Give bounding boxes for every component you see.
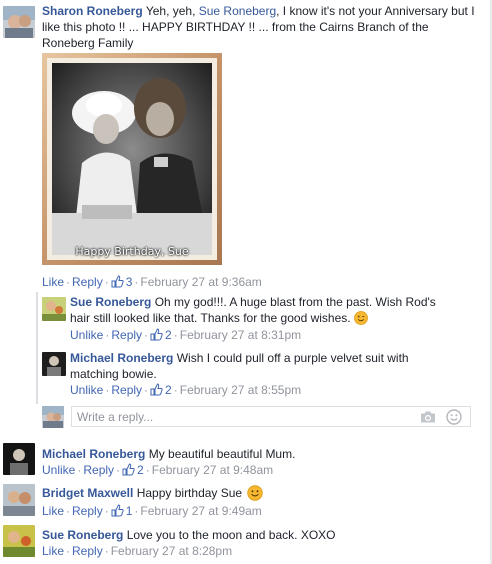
reply-input[interactable] — [77, 410, 407, 424]
reply-button[interactable]: Reply — [83, 463, 114, 477]
thumbs-up-icon — [150, 383, 163, 396]
like-count[interactable]: 2 — [150, 328, 172, 342]
commenter-name[interactable]: Michael Roneberg — [42, 447, 145, 461]
timestamp[interactable]: February 27 at 9:49am — [140, 504, 261, 518]
unlike-button[interactable]: Unlike — [42, 463, 75, 477]
reply-body: Michael Roneberg Wish I could pull off a… — [70, 350, 430, 382]
avatar[interactable] — [3, 6, 35, 38]
avatar[interactable] — [3, 443, 35, 475]
reply-composer — [71, 406, 471, 427]
timestamp[interactable]: February 27 at 8:28pm — [111, 544, 232, 558]
comment-text: Happy birthday Sue — [136, 486, 243, 500]
like-count[interactable]: 1 — [111, 504, 132, 518]
reply-actions: Unlike · Reply · 2 · February 27 at 8:55pm — [70, 383, 302, 397]
unlike-button[interactable]: Unlike — [70, 328, 103, 342]
reply-button[interactable]: Reply — [72, 544, 103, 558]
comment-actions: Like · Reply · 1 · February 27 at 9:49am — [42, 504, 262, 518]
comment-text: Yeh, yeh, — [145, 4, 199, 18]
thumbs-up-icon — [122, 463, 135, 476]
like-button[interactable]: Like — [42, 544, 64, 558]
reply-body: Sue Roneberg Oh my god!!!. A huge blast … — [70, 294, 450, 326]
comment-body: Sue Roneberg Love you to the moon and ba… — [42, 527, 482, 543]
timestamp[interactable]: February 27 at 9:36am — [140, 275, 261, 289]
like-button[interactable]: Like — [42, 504, 64, 518]
reply-actions: Unlike · Reply · 2 · February 27 at 8:31pm — [70, 328, 302, 342]
timestamp[interactable]: February 27 at 9:48am — [152, 463, 273, 477]
comments-panel: Sharon Roneberg Yeh, yeh, Sue Roneberg, … — [0, 0, 492, 564]
thumbs-up-icon — [111, 275, 124, 288]
reply-button[interactable]: Reply — [111, 383, 142, 397]
commenter-name[interactable]: Sue Roneberg — [70, 295, 151, 309]
wink-emoji-icon — [354, 311, 368, 325]
avatar — [42, 406, 64, 428]
commenter-name[interactable]: Sharon Roneberg — [42, 4, 143, 18]
timestamp[interactable]: February 27 at 8:31pm — [180, 328, 301, 342]
reply-button[interactable]: Reply — [72, 275, 103, 289]
comment-actions: Like · Reply · February 27 at 8:28pm — [42, 544, 233, 558]
comment-actions: Like · Reply · 3 · February 27 at 9:36am — [42, 275, 262, 289]
mention-link[interactable]: Sue Roneberg — [199, 4, 276, 18]
timestamp[interactable]: February 27 at 8:55pm — [180, 383, 301, 397]
avatar[interactable] — [42, 297, 66, 321]
comment-body: Bridget Maxwell Happy birthday Sue — [42, 485, 482, 501]
like-count[interactable]: 2 — [122, 463, 144, 477]
comment-text: Love you to the moon and back. XOXO — [126, 528, 336, 542]
comment-body: Michael Roneberg My beautiful beautiful … — [42, 446, 482, 462]
avatar[interactable] — [42, 352, 66, 376]
avatar[interactable] — [3, 484, 35, 516]
reply-button[interactable]: Reply — [72, 504, 103, 518]
emoji-icon[interactable] — [446, 409, 462, 425]
like-button[interactable]: Like — [42, 275, 64, 289]
comment-text: My beautiful beautiful Mum. — [148, 447, 296, 461]
commenter-name[interactable]: Bridget Maxwell — [42, 486, 133, 500]
comment-body: Sharon Roneberg Yeh, yeh, Sue Roneberg, … — [42, 3, 482, 51]
camera-icon[interactable] — [420, 410, 436, 424]
commenter-name[interactable]: Sue Roneberg — [42, 528, 123, 542]
thumbs-up-icon — [150, 328, 163, 341]
photo-caption: Happy Birthday, Sue — [75, 245, 189, 258]
commenter-name[interactable]: Michael Roneberg — [70, 351, 173, 365]
unlike-button[interactable]: Unlike — [70, 383, 103, 397]
reply-button[interactable]: Reply — [111, 328, 142, 342]
smile-emoji-icon — [247, 485, 264, 501]
thumbs-up-icon — [111, 504, 124, 517]
attached-photo[interactable]: Happy Birthday, Sue — [42, 53, 222, 265]
avatar[interactable] — [3, 525, 35, 557]
like-count[interactable]: 2 — [150, 383, 172, 397]
comment-actions: Unlike · Reply · 2 · February 27 at 9:48am — [42, 463, 274, 477]
thread-line — [36, 292, 38, 404]
like-count[interactable]: 3 — [111, 275, 132, 289]
